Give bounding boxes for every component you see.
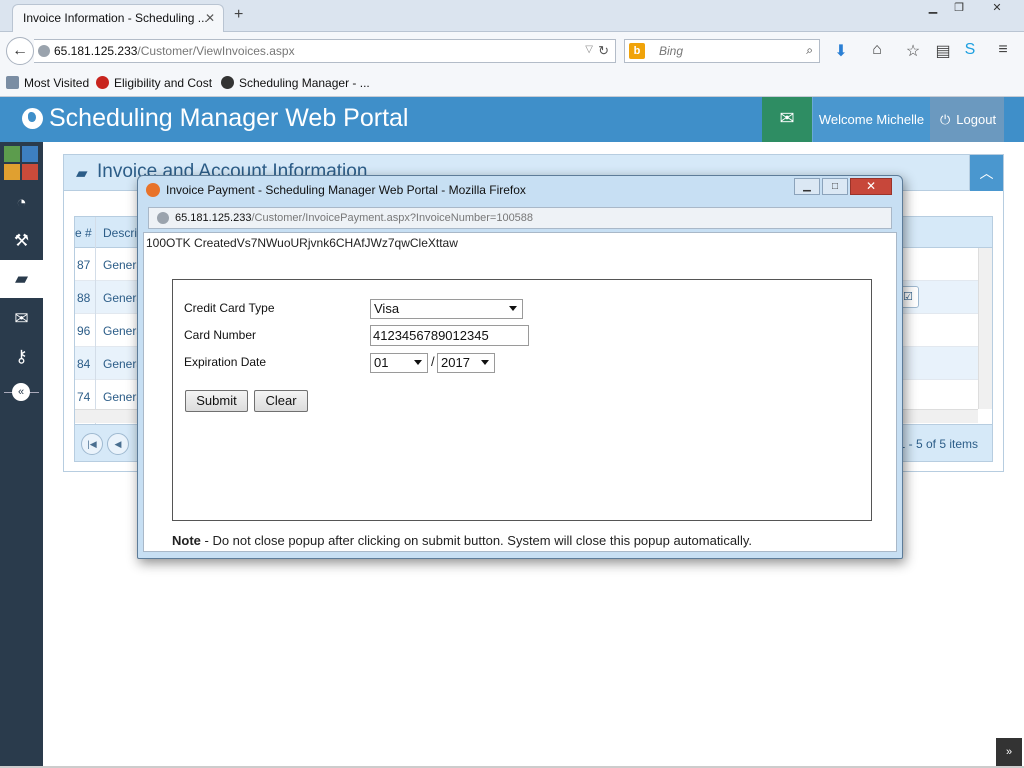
book-icon[interactable]: ▰ [0,260,43,298]
bookmarks-toolbar: Most Visited Eligibility and Cost Schedu… [0,70,1024,97]
home-icon[interactable]: ⌂ [867,41,887,59]
reading-list-icon[interactable]: ▤ [933,41,953,61]
payment-form: Credit Card Type Visa Card Number 412345… [172,279,872,521]
submit-button[interactable]: Submit [185,390,248,412]
dashboard-icon[interactable]: ◔ [0,184,43,222]
previous-page-icon[interactable]: ◀ [107,433,129,455]
popup-title: Invoice Payment - Scheduling Manager Web… [166,183,526,197]
popup-close-icon[interactable]: ✕ [850,178,892,195]
chevron-down-icon [414,360,422,365]
bookmark-eligibility[interactable]: Eligibility and Cost [96,76,212,90]
scroll-to-top-button[interactable]: » [996,738,1022,766]
skype-icon[interactable]: S [960,41,980,59]
minimize-icon[interactable]: ▁ [920,0,946,18]
page-title: Scheduling Manager Web Portal [49,104,409,132]
browser-tab[interactable]: Invoice Information - Scheduling ... ✕ [12,4,224,32]
note-label: Note [172,533,201,548]
pager-info: 1 - 5 of 5 items [898,437,978,451]
vertical-scrollbar[interactable] [978,248,992,409]
logout-button[interactable]: ⏻ Logout [930,97,1004,142]
browser-tab-bar: Invoice Information - Scheduling ... ✕ +… [0,0,1024,32]
download-icon[interactable]: ⬇ [831,41,851,61]
expiration-month-select[interactable]: 01 [370,353,428,373]
bookmark-folder-icon [6,76,19,89]
url-path: /Customer/ViewInvoices.aspx [137,44,295,58]
firefox-icon [146,183,160,197]
new-tab-button[interactable]: + [234,6,243,24]
bookmark-star-icon[interactable]: ☆ [903,41,923,61]
token-text: 100OTK CreatedVs7NWuoURjvnk6CHAfJWz7qwCl… [146,236,458,250]
gear-icon [221,76,234,89]
envelope-icon: ✉ [779,108,795,128]
search-input[interactable]: b Bing ⌕ [624,39,820,63]
popup-note: Note - Do not close popup after clicking… [172,533,752,548]
popup-minimize-icon[interactable]: ▁ [794,178,820,195]
collapse-sidebar-icon[interactable]: « [12,383,30,401]
popup-url-path: /Customer/InvoicePayment.aspx?InvoiceNum… [251,212,534,224]
popup-maximize-icon[interactable]: □ [822,178,848,195]
portal-header: Scheduling Manager Web Portal ✉ Welcome … [0,97,1024,142]
card-type-select[interactable]: Visa [370,299,523,319]
gavel-icon[interactable]: ⚒ [0,222,43,260]
expiration-year-select[interactable]: 2017 [437,353,495,373]
envelope-icon[interactable]: ✉ [0,300,43,338]
reload-icon[interactable]: ↻ [598,43,609,59]
chevron-down-icon [481,360,489,365]
globe-icon [22,108,43,129]
expiration-date-label: Expiration Date [184,355,267,369]
key-icon[interactable]: ⚷ [0,338,43,376]
search-placeholder: Bing [659,44,684,58]
invoice-payment-popup: Invoice Payment - Scheduling Manager Web… [137,175,903,559]
back-button[interactable]: ← [6,37,34,65]
mail-button[interactable]: ✉ [762,97,812,142]
card-number-input[interactable]: 4123456789012345 [370,325,529,346]
search-icon[interactable]: ⌕ [806,43,813,58]
column-header-description[interactable]: Descri [103,226,137,240]
site-identity-icon [157,212,169,224]
chevron-up-icon[interactable]: ︿ [969,155,1003,191]
apple-icon [96,76,109,89]
column-header-invoice-number[interactable]: e # [75,226,92,240]
popup-content: 100OTK CreatedVs7NWuoURjvnk6CHAfJWz7qwCl… [143,232,897,552]
note-text: - Do not close popup after clicking on s… [200,533,752,548]
tab-title: Invoice Information - Scheduling ... [23,11,208,25]
browser-nav-bar: 65.181.125.233/Customer/ViewInvoices.asp… [0,32,1024,70]
popup-url-host: 65.181.125.233 [175,212,252,224]
url-host: 65.181.125.233 [54,44,138,58]
card-number-label: Card Number [184,328,257,342]
url-history-dropdown-icon[interactable]: ▽ [585,44,593,55]
restore-icon[interactable]: ❐ [946,0,972,18]
power-icon: ⏻ [940,112,951,127]
app-tiles-icon[interactable] [4,146,38,180]
close-window-icon[interactable]: ✕ [980,0,1014,18]
tab-close-icon[interactable]: ✕ [205,11,215,25]
clear-button[interactable]: Clear [254,390,308,412]
date-separator: / [431,354,435,369]
site-identity-icon[interactable] [38,45,50,57]
bookmark-scheduling-manager[interactable]: Scheduling Manager - ... [221,76,370,90]
card-type-label: Credit Card Type [184,301,275,315]
chevron-down-icon [509,306,517,311]
popup-address-bar: 65.181.125.233/Customer/InvoicePayment.a… [148,207,892,229]
book-icon: ▰ [76,165,88,182]
menu-icon[interactable]: ≡ [993,41,1013,59]
first-page-icon[interactable]: |◀ [81,433,103,455]
bookmark-most-visited[interactable]: Most Visited [6,76,89,90]
bing-icon[interactable]: b [629,43,645,59]
welcome-user[interactable]: Welcome Michelle [812,97,930,142]
address-bar[interactable]: 65.181.125.233/Customer/ViewInvoices.asp… [34,39,616,63]
sidebar: ◔ ⚒ ▰ ✉ ⚷ « [0,142,43,768]
